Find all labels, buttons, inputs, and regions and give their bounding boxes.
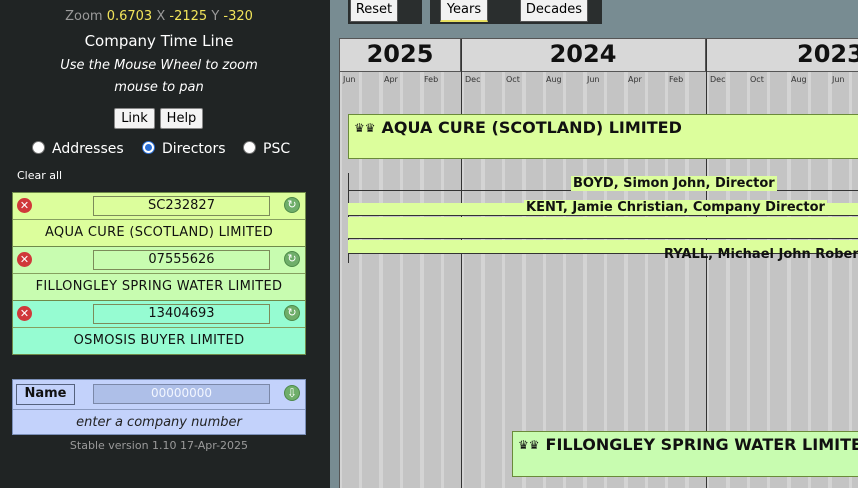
director-name: RYALL, Michael John Robert — [664, 247, 858, 262]
x-label: X — [156, 9, 166, 24]
company-card: ✕ 07555626 ↻ FILLONGLEY SPRING WATER LIM… — [12, 246, 306, 301]
company-number: 13404693 — [93, 304, 270, 324]
remove-icon[interactable]: ✕ — [17, 306, 32, 321]
mode-directors[interactable]: Directors — [142, 141, 226, 157]
tab-years[interactable]: Years — [440, 0, 488, 22]
zoom-readout: Zoom 0.6703 X -2125 Y -320 — [0, 9, 318, 24]
psc-radio[interactable] — [243, 141, 256, 154]
addresses-radio[interactable] — [32, 141, 45, 154]
month-label: Apr — [628, 75, 642, 84]
month-label: Oct — [506, 75, 520, 84]
month-label: Aug — [791, 75, 807, 84]
month-label: Jun — [587, 75, 600, 84]
directors-radio[interactable] — [142, 141, 155, 154]
app-root: Zoom 0.6703 X -2125 Y -320 Company Time … — [0, 0, 858, 488]
director-bar[interactable] — [348, 217, 858, 239]
timeline-canvas[interactable]: 2025 2024 2023 Jun Apr Feb Dec Oct Aug J… — [339, 38, 858, 488]
remove-icon[interactable]: ✕ — [17, 252, 32, 267]
psc-label: PSC — [263, 141, 291, 157]
new-company-card: Name 00000000 ⇩ enter a company number — [12, 379, 306, 435]
year-header: 2023 — [706, 39, 858, 72]
month-label: Aug — [546, 75, 562, 84]
add-icon[interactable]: ⇩ — [284, 385, 300, 401]
director-name: BOYD, Simon John, Director — [571, 176, 777, 191]
help-button[interactable]: Help — [160, 108, 203, 129]
company-name: OSMOSIS BUYER LIMITED — [73, 333, 245, 348]
company-number: SC232827 — [93, 196, 270, 216]
month-label: Jun — [343, 75, 356, 84]
company-timeline-box[interactable]: ♛♛ FILLONGLEY SPRING WATER LIMITED — [512, 431, 858, 477]
company-card-header: ✕ 07555626 ↻ — [13, 247, 305, 274]
company-card-header: ✕ 13404693 ↻ — [13, 301, 305, 328]
crown-icon: ♛♛ — [518, 438, 540, 452]
company-number-prompt: enter a company number — [13, 409, 305, 435]
month-label: Jun — [832, 75, 845, 84]
zoom-label: Zoom — [65, 9, 103, 24]
company-timeline-title: AQUA CURE (SCOTLAND) LIMITED — [381, 118, 682, 137]
app-title: Company Time Line — [84, 32, 234, 50]
year-divider — [706, 39, 707, 488]
company-card: ✕ SC232827 ↻ AQUA CURE (SCOTLAND) LIMITE… — [12, 192, 306, 247]
company-timeline-box[interactable]: ♛♛ AQUA CURE (SCOTLAND) LIMITED — [348, 114, 858, 159]
y-label: Y — [211, 9, 220, 24]
mode-addresses[interactable]: Addresses — [32, 141, 124, 157]
company-card-header: ✕ SC232827 ↻ — [13, 193, 305, 220]
control-panel: Zoom 0.6703 X -2125 Y -320 Company Time … — [0, 0, 330, 488]
hint-line-2: mouse to pan — [114, 80, 204, 95]
hint-line-1: Use the Mouse Wheel to zoom — [60, 58, 258, 73]
name-search-button[interactable]: Name — [16, 384, 75, 405]
mode-psc[interactable]: PSC — [243, 141, 290, 157]
month-label: Oct — [750, 75, 764, 84]
clear-all-link[interactable]: Clear all — [17, 169, 62, 182]
directors-label: Directors — [162, 141, 226, 157]
timeline-panel: Reset Years Decades 2025 2024 2023 Jun A… — [330, 0, 858, 488]
company-number-input[interactable]: 00000000 — [93, 384, 270, 404]
month-label: Feb — [424, 75, 439, 84]
tab-reset[interactable]: Reset — [350, 0, 398, 22]
month-label: Dec — [465, 75, 481, 84]
year-divider — [461, 39, 462, 488]
refresh-icon[interactable]: ↻ — [284, 251, 300, 267]
x-value: -2125 — [169, 9, 208, 24]
usage-hint: Use the Mouse Wheel to zoom mouse to pan — [0, 55, 318, 99]
company-number: 07555626 — [93, 250, 270, 270]
director-name: KENT, Jamie Christian, Company Director — [524, 200, 827, 215]
link-button[interactable]: Link — [114, 108, 155, 129]
company-name: FILLONGLEY SPRING WATER LIMITED — [35, 279, 283, 294]
refresh-icon[interactable]: ↻ — [284, 305, 300, 321]
company-card: ✕ 13404693 ↻ OSMOSIS BUYER LIMITED — [12, 300, 306, 355]
month-label: Feb — [669, 75, 684, 84]
month-label: Apr — [384, 75, 398, 84]
remove-icon[interactable]: ✕ — [17, 198, 32, 213]
year-header: 2024 — [461, 39, 706, 72]
company-name: AQUA CURE (SCOTLAND) LIMITED — [44, 225, 274, 240]
crown-icon: ♛♛ — [354, 121, 376, 135]
zoom-value: 0.6703 — [106, 9, 153, 24]
y-value: -320 — [223, 9, 253, 24]
company-timeline-title: FILLONGLEY SPRING WATER LIMITED — [545, 435, 858, 454]
year-header: 2025 — [340, 39, 461, 72]
month-label: Dec — [710, 75, 726, 84]
refresh-icon[interactable]: ↻ — [284, 197, 300, 213]
tab-decades[interactable]: Decades — [520, 0, 588, 22]
version-label: Stable version 1.10 17-Apr-2025 — [69, 439, 249, 452]
addresses-label: Addresses — [52, 141, 124, 157]
